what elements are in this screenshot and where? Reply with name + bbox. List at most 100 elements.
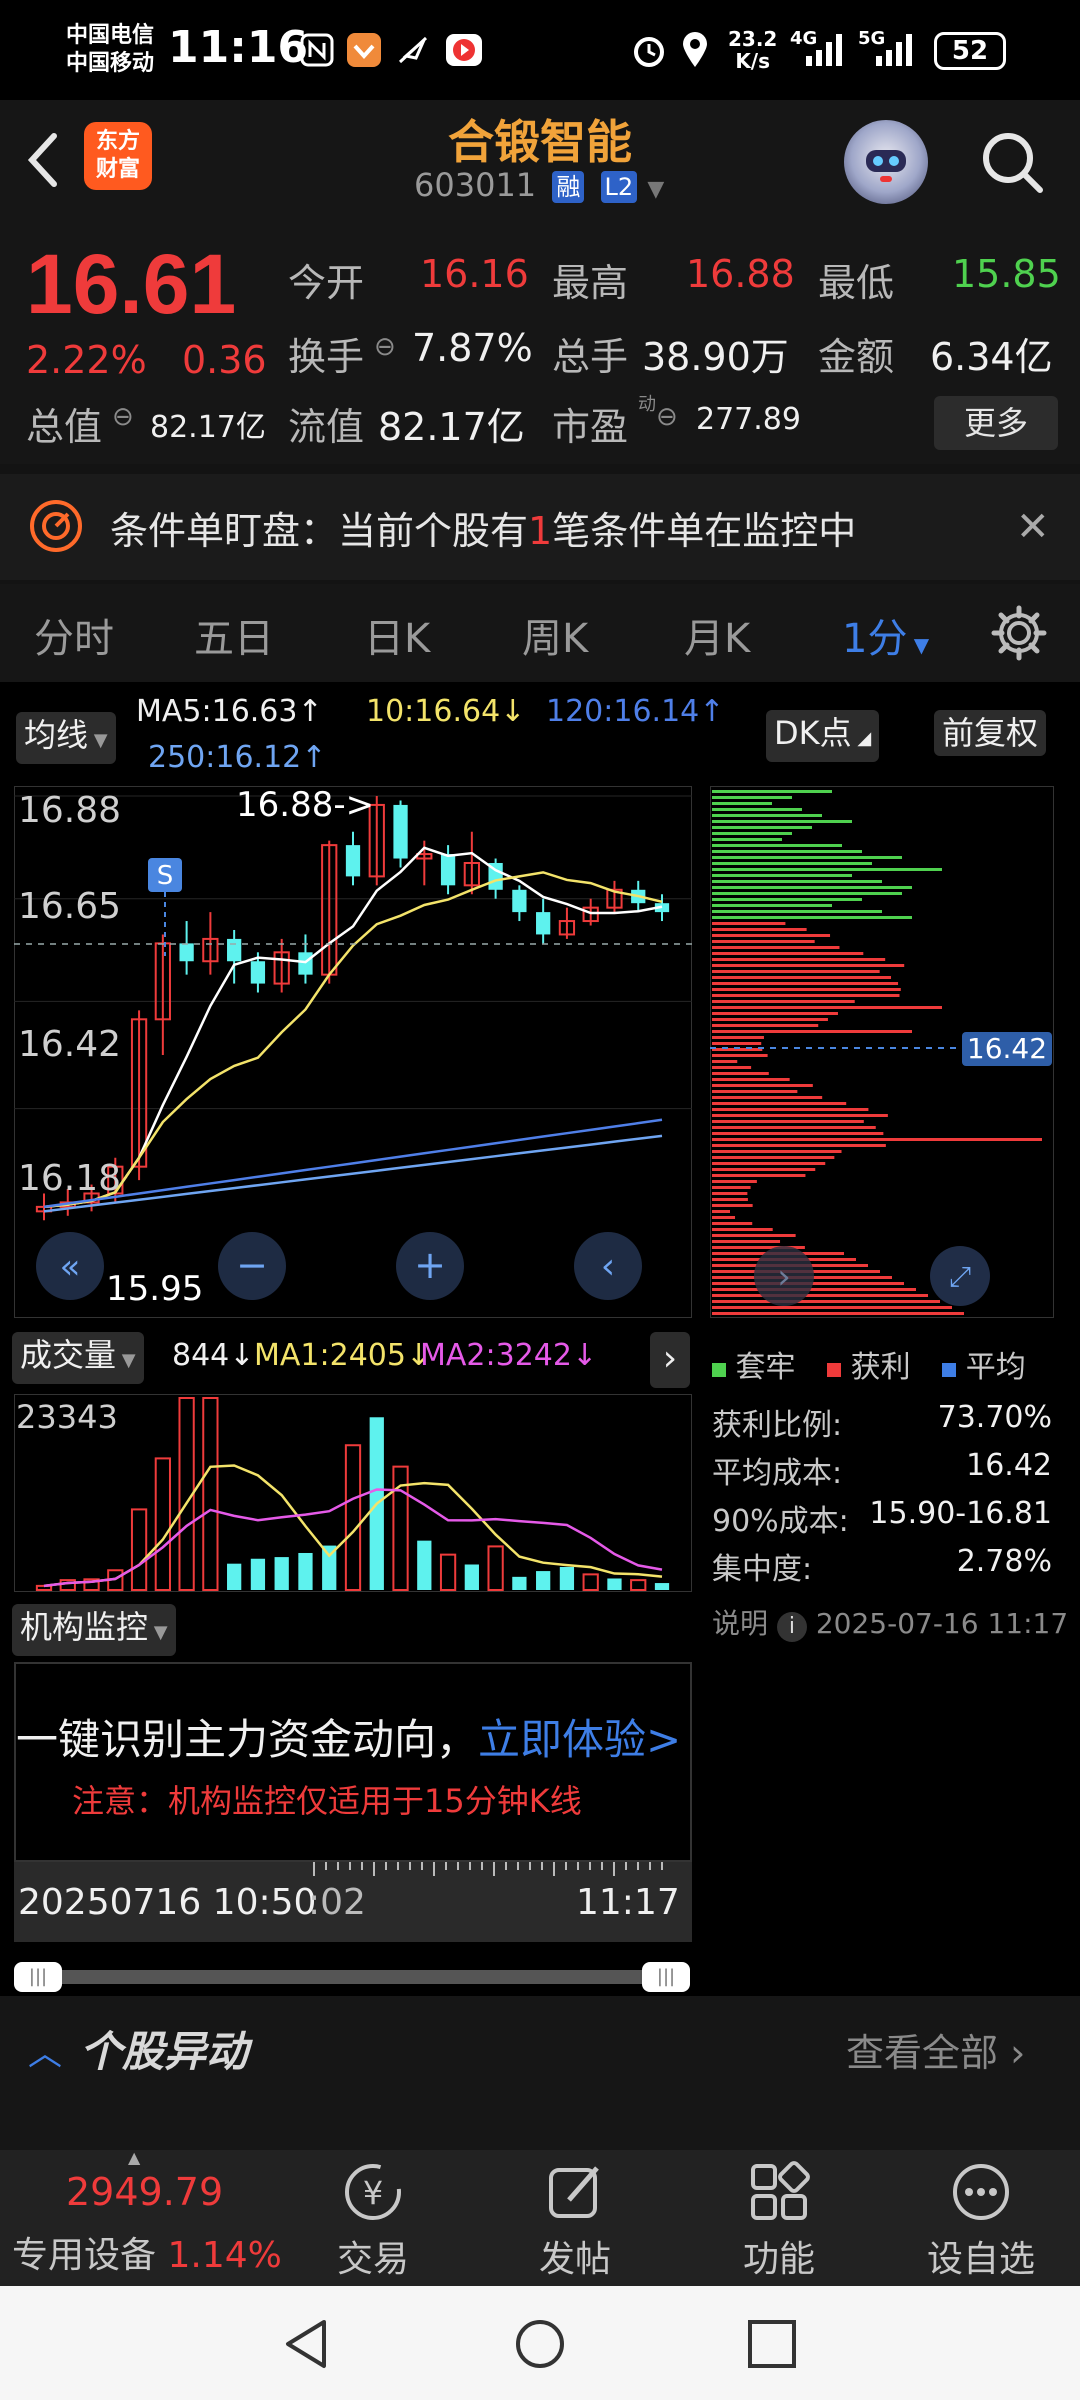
- condition-order-bar[interactable]: 条件单盯盘：当前个股有1笔条件单在监控中 ✕: [0, 474, 1080, 580]
- legend-swatch-trapped: [712, 1363, 726, 1377]
- range-slider-left-handle[interactable]: |||: [14, 1962, 62, 1992]
- chip-note[interactable]: 说明 i 2025-07-16 11:17: [712, 1602, 1068, 1642]
- tab-monthly-k[interactable]: 月K: [684, 606, 750, 664]
- stock-movers-section: ︿ 个股异动 查看全部 ›: [0, 1996, 1080, 2106]
- condition-count: 1: [528, 509, 553, 553]
- chip-bar: [712, 1222, 753, 1225]
- volume-bar: [274, 1557, 289, 1590]
- candle-body: [227, 938, 242, 962]
- code-dropdown-icon: ▼: [647, 177, 665, 202]
- nav-features[interactable]: 功能: [704, 2160, 854, 2282]
- chip-bar: [712, 1144, 886, 1147]
- chip-bar: [712, 1072, 769, 1075]
- stock-code-row[interactable]: 603011 融 L2 ▼: [414, 166, 664, 204]
- mktcap-label: 总值: [26, 405, 103, 449]
- pe-label: 市盈: [552, 405, 629, 449]
- chip-bar: [712, 1312, 964, 1315]
- collapse-chevron-icon[interactable]: ︿: [28, 2026, 62, 2075]
- chip-bar: [712, 1012, 838, 1015]
- profit-ratio-row: 获利比例: 73.70%: [712, 1400, 1052, 1444]
- note-label: 说明: [712, 1607, 769, 1640]
- try-now-link[interactable]: 立即体验>: [478, 1715, 681, 1764]
- system-back-icon[interactable]: [280, 2316, 336, 2372]
- volume-selector-label: 成交量: [20, 1336, 117, 1374]
- ma5-label: MA5:16.63↑: [136, 694, 323, 729]
- index-value[interactable]: 2949.79: [66, 2170, 223, 2214]
- expand-volume-button[interactable]: ›: [650, 1332, 690, 1388]
- chip-distribution-chart[interactable]: 16.42 › ⤢: [710, 786, 1054, 1318]
- condition-text-b: 笔条件单在监控中: [552, 509, 857, 553]
- search-icon[interactable]: [976, 126, 1048, 198]
- volume-label: 总手: [552, 335, 629, 379]
- change-amount: 0.36: [182, 338, 267, 382]
- system-recents-icon[interactable]: [744, 2316, 800, 2372]
- indicator-selector[interactable]: 均线 ▼: [16, 712, 116, 764]
- candle-body: [298, 952, 313, 975]
- volume-selector[interactable]: 成交量 ▼: [12, 1332, 144, 1384]
- volume-chart[interactable]: 23343: [14, 1394, 692, 1592]
- profit-ratio-value: 73.70%: [937, 1400, 1052, 1435]
- signal-5g-icon: [872, 30, 916, 70]
- tab-weekly-k[interactable]: 周K: [522, 606, 588, 664]
- robot-assistant-icon[interactable]: [844, 120, 928, 204]
- chip-bar: [712, 1288, 916, 1291]
- volume-bar: [536, 1571, 551, 1590]
- chip-bar: [712, 1234, 796, 1237]
- close-icon[interactable]: ✕: [1016, 504, 1050, 550]
- up-caret-icon: ▲: [128, 2148, 141, 2167]
- institution-selector[interactable]: 机构监控 ▼: [12, 1604, 176, 1656]
- chip-bar: [712, 1060, 738, 1063]
- double-chevron-left-icon: «: [60, 1247, 81, 1287]
- more-button[interactable]: 更多: [934, 396, 1058, 450]
- tab-daily-k[interactable]: 日K: [364, 606, 430, 664]
- view-all-link[interactable]: 查看全部 ›: [846, 2022, 1025, 2077]
- turnover-label: 换手: [288, 335, 365, 379]
- mktcap-info-icon[interactable]: ⊖: [112, 402, 134, 432]
- volume-bar: [417, 1540, 432, 1590]
- nav-add-watchlist[interactable]: 设自选: [906, 2160, 1056, 2282]
- view-all-label: 查看全部: [846, 2031, 999, 2075]
- dk-point-button[interactable]: DK点 ◢: [766, 710, 880, 762]
- chip-bar: [712, 838, 782, 841]
- high-label: 最高: [552, 261, 629, 305]
- chip-bar: [712, 964, 905, 967]
- chip-bar: [712, 1132, 884, 1135]
- chip-bar: [712, 814, 822, 817]
- tab-1min-label: 1分: [842, 616, 908, 662]
- nav-post[interactable]: 发帖: [500, 2160, 650, 2282]
- nfc-icon: [300, 30, 334, 70]
- candles-group: [35, 796, 670, 1221]
- range-slider-track[interactable]: [24, 1970, 678, 1984]
- pe-info-icon[interactable]: ⊖: [656, 402, 678, 432]
- sector-ticker[interactable]: 专用设备 1.14%: [12, 2226, 282, 2278]
- volume-ma1: MA1:2405↓: [254, 1338, 432, 1373]
- tab-1min[interactable]: 1分 ▼: [842, 606, 929, 664]
- cost90-row: 90%成本: 15.90-16.81: [712, 1496, 1052, 1540]
- candle-body: [440, 854, 456, 886]
- chip-bar: [712, 958, 886, 961]
- nav-trade[interactable]: ¥ 交易: [298, 2160, 448, 2282]
- chip-bar: [712, 916, 912, 919]
- carrier-labels: 中国电信 中国移动: [66, 22, 154, 78]
- turnover-info-icon[interactable]: ⊖: [374, 332, 396, 362]
- range-slider-right-handle[interactable]: |||: [642, 1962, 690, 1992]
- float-value: 82.17亿: [378, 405, 525, 449]
- chip-bar: [712, 1096, 823, 1099]
- volume-bar: [607, 1578, 622, 1590]
- tab-five-day[interactable]: 五日: [194, 606, 274, 664]
- system-home-icon[interactable]: [512, 2316, 568, 2372]
- chevron-right-icon: ›: [777, 1257, 791, 1297]
- candlestick-chart[interactable]: 16.88 16.65 16.42 16.18 16.88-> 15.95 S …: [14, 786, 692, 1318]
- tab-intraday[interactable]: 分时: [34, 606, 114, 664]
- adjust-button[interactable]: 前复权: [934, 710, 1047, 756]
- status-bar: 中国电信 中国移动 11:16 23.2 K/s 4G 5G 52: [0, 0, 1080, 100]
- chip-bar: [712, 856, 902, 859]
- chart-area: 均线 ▼ MA5:16.63↑ 10:16.64↓ 120:16.14↑ 250…: [0, 682, 1080, 2002]
- chip-bar: [712, 850, 862, 853]
- chip-bar: [712, 970, 880, 973]
- chip-bar: [712, 982, 899, 985]
- volume-bar: [202, 1397, 219, 1591]
- nav-add-watchlist-label: 设自选: [926, 2239, 1035, 2280]
- profit-ratio-label: 获利比例:: [712, 1408, 843, 1443]
- gear-icon[interactable]: [990, 604, 1048, 662]
